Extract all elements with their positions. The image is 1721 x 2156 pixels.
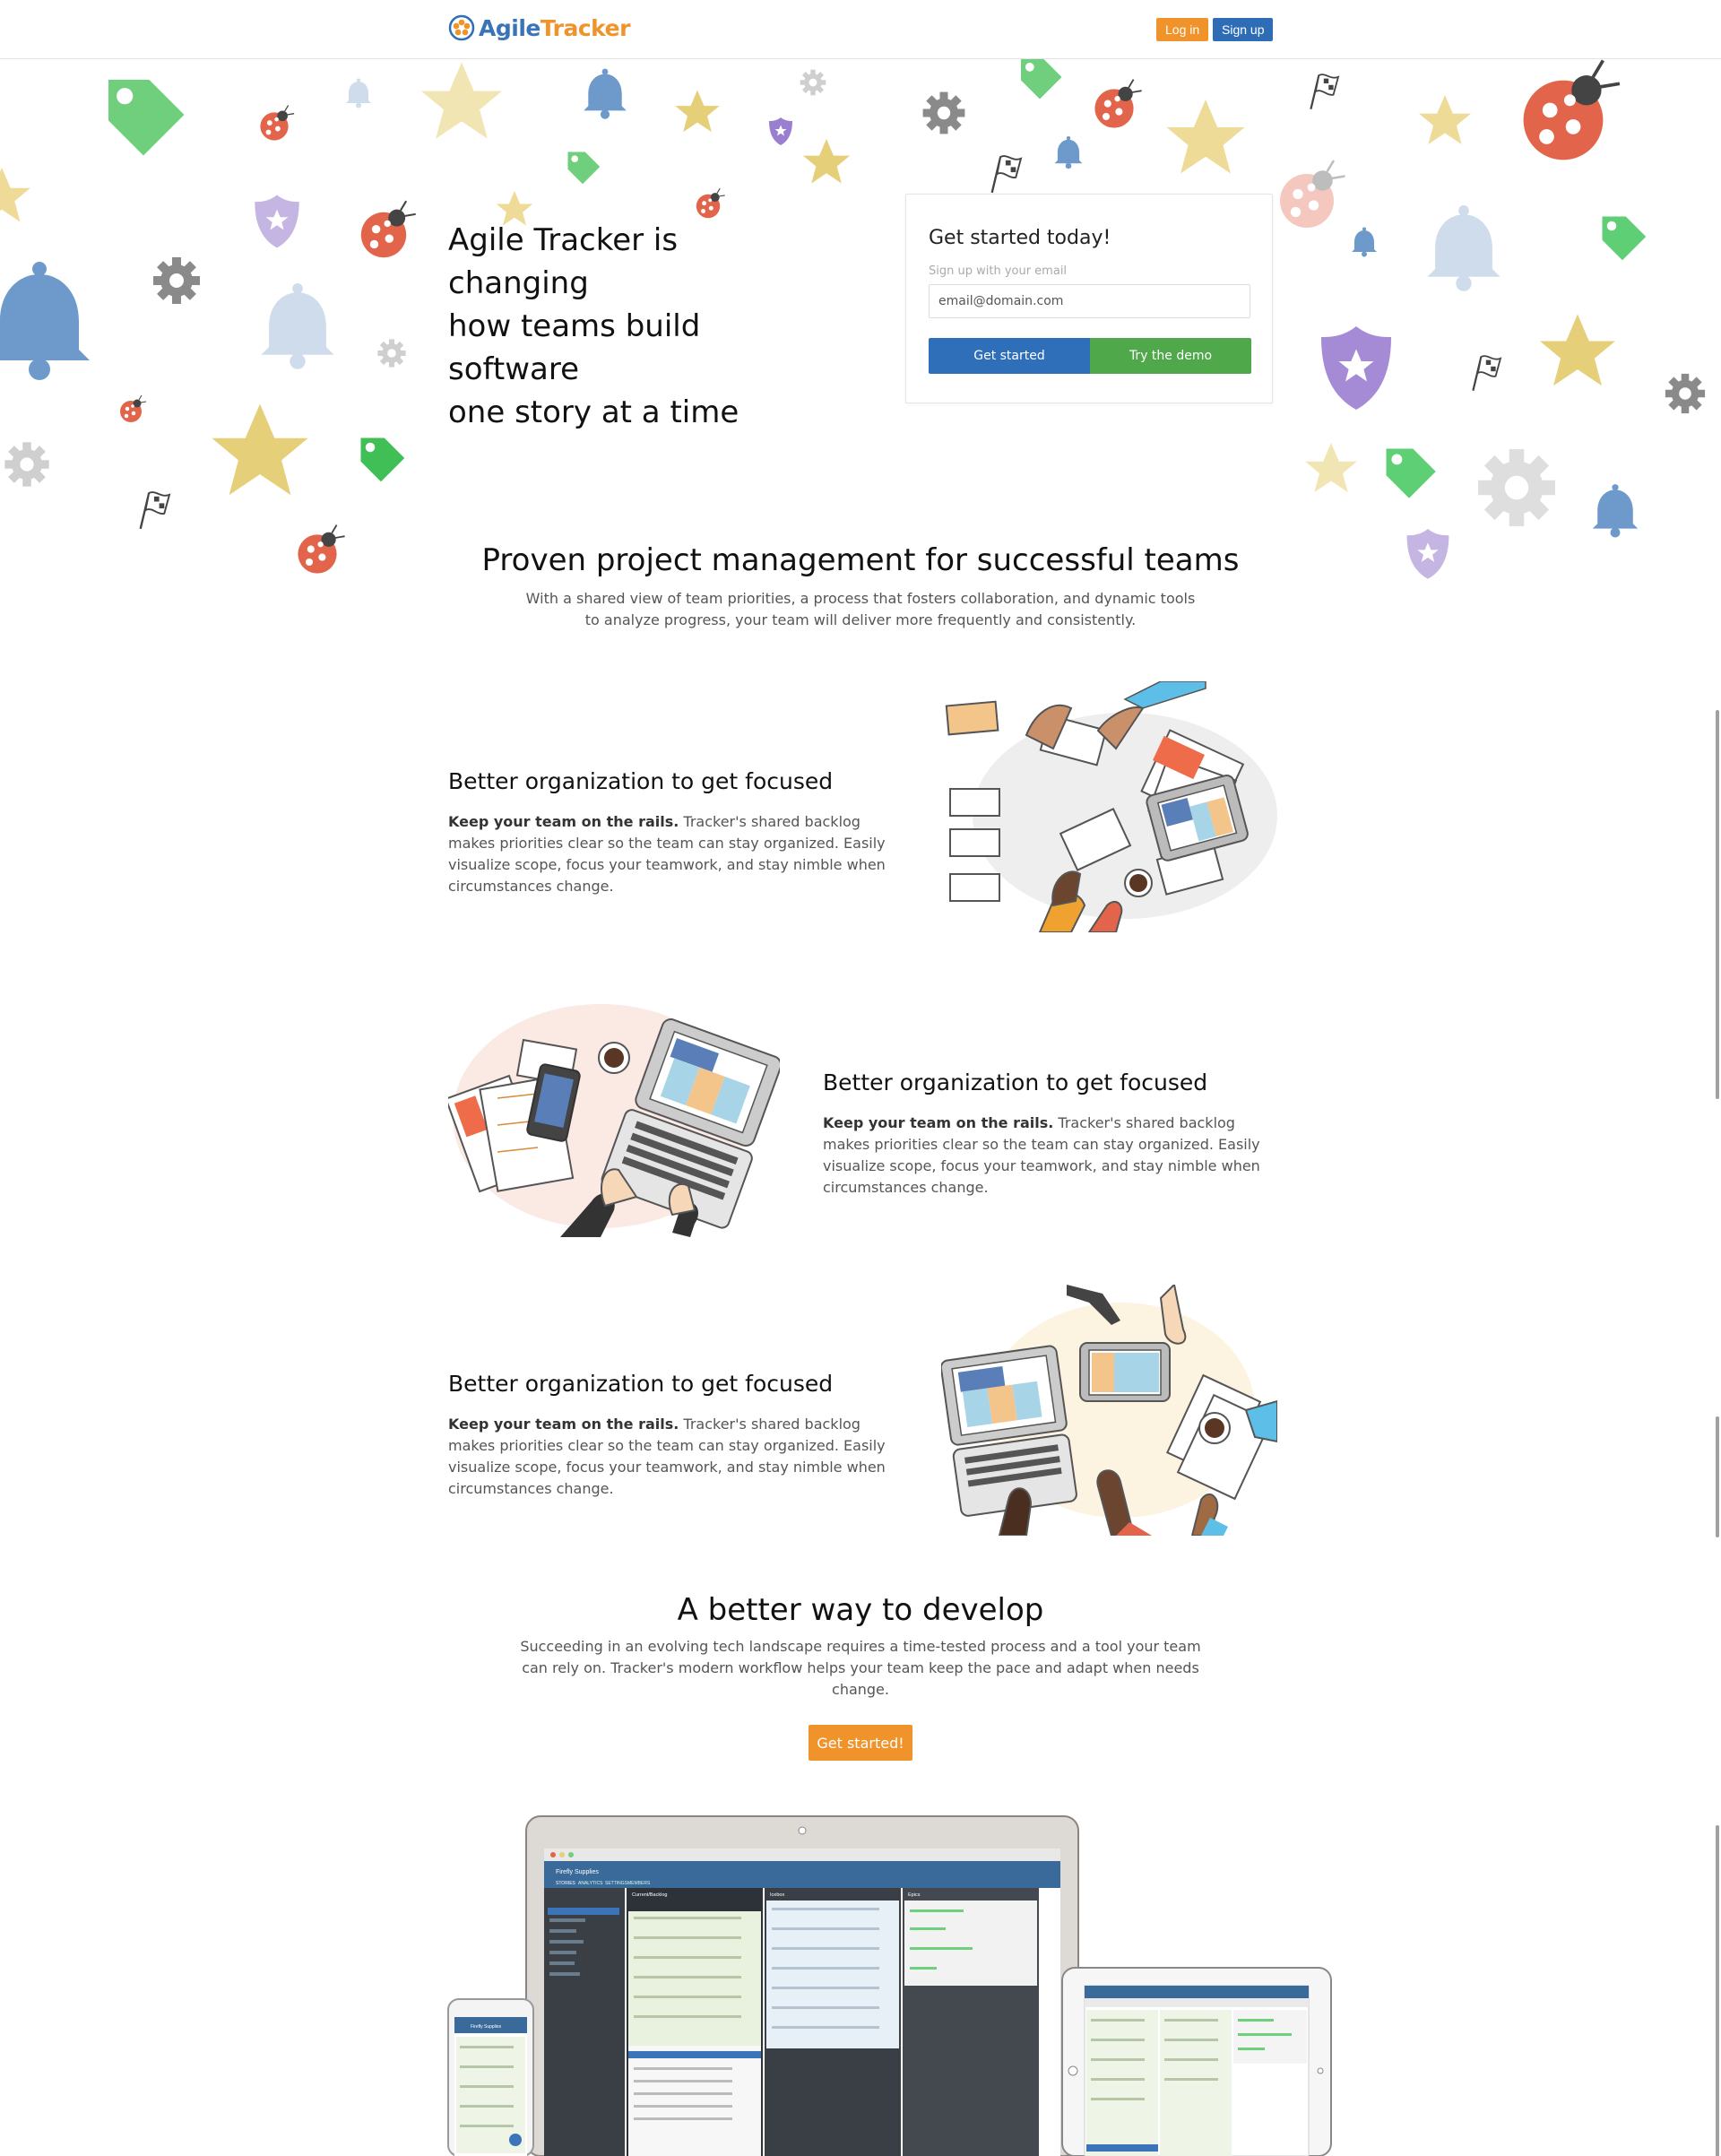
feature-2-illustration — [448, 1004, 780, 1237]
svg-text:STORIES: STORIES — [556, 1881, 576, 1886]
svg-text:Icebox: Icebox — [770, 1892, 784, 1898]
signup-button[interactable]: Sign up — [1213, 18, 1274, 41]
proven-subtitle: With a shared view of team priorities, a… — [525, 590, 1196, 628]
feature-1-body: Keep your team on the rails. Tracker's s… — [448, 813, 886, 895]
scrollbar-thumb-3[interactable] — [1716, 1825, 1719, 2156]
signup-card-title: Get started today! — [929, 227, 1111, 249]
feature-1-title: Better organization to get focused — [448, 768, 834, 794]
better-way-title: A better way to develop — [677, 1592, 1044, 1628]
feature-1-illustration — [945, 681, 1277, 932]
email-label: Sign up with your email — [929, 264, 1068, 278]
hero-decoration — [0, 59, 1714, 579]
svg-text:Current/Backlog: Current/Backlog — [632, 1892, 667, 1898]
device-showcase: Firefly Supplies STORIES ANALYTICS SETTI… — [447, 1815, 1332, 2156]
get-started-button[interactable]: Get started — [929, 338, 1090, 374]
signup-card: Get started today! Sign up with your ema… — [905, 194, 1273, 403]
login-button[interactable]: Log in — [1156, 18, 1209, 41]
hero-section: Agile Tracker is changing how teams buil… — [0, 59, 1721, 579]
svg-text:SETTINGS: SETTINGS — [605, 1881, 628, 1886]
logo-wordmark: AgileTracker — [479, 14, 630, 41]
svg-text:Firefly Supplies: Firefly Supplies — [471, 2024, 502, 2030]
better-way-subtitle: Succeeding in an evolving tech landscape… — [520, 1638, 1201, 1698]
page-scrollbar[interactable] — [1714, 59, 1721, 2156]
logo-flower-icon — [448, 14, 475, 41]
feature-3-body: Keep your team on the rails. Tracker's s… — [448, 1416, 886, 1497]
top-navigation-bar: AgileTracker Log in Sign up — [0, 0, 1721, 59]
email-field[interactable] — [929, 284, 1250, 318]
svg-text:MEMBERS: MEMBERS — [627, 1881, 651, 1886]
feature-3-illustration — [941, 1285, 1277, 1536]
logo[interactable]: AgileTracker — [448, 14, 630, 41]
scrollbar-thumb-1[interactable] — [1716, 710, 1719, 1099]
app-project-name: Firefly Supplies — [556, 1869, 599, 1875]
feature-2-body: Keep your team on the rails. Tracker's s… — [823, 1114, 1260, 1196]
feature-2-title: Better organization to get focused — [823, 1069, 1208, 1095]
feature-3-title: Better organization to get focused — [448, 1371, 834, 1397]
try-demo-button[interactable]: Try the demo — [1090, 338, 1251, 374]
get-started-cta-button[interactable]: Get started! — [809, 1725, 912, 1761]
scrollbar-thumb-2[interactable] — [1716, 1416, 1719, 1537]
hero-headline: Agile Tracker is changing how teams buil… — [448, 222, 739, 430]
svg-text:Epics: Epics — [908, 1892, 921, 1898]
proven-title: Proven project management for successful… — [481, 542, 1240, 578]
svg-text:ANALYTICS: ANALYTICS — [578, 1881, 603, 1886]
